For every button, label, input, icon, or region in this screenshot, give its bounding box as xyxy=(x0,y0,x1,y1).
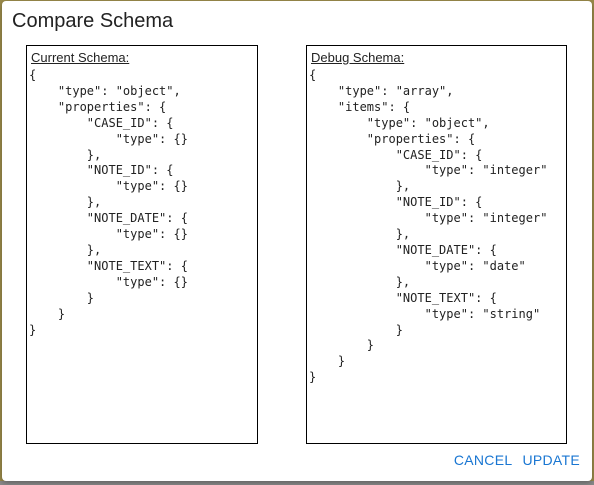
current-schema-panel: Current Schema: { "type": "object", "pro… xyxy=(26,45,258,444)
dialog-actions: CANCEL UPDATE xyxy=(454,452,580,468)
debug-schema-panel: Debug Schema: { "type": "array", "items"… xyxy=(306,45,567,444)
dialog-title: Compare Schema xyxy=(12,10,174,32)
cancel-button[interactable]: CANCEL xyxy=(454,452,513,468)
current-schema-code: { "type": "object", "properties": { "CAS… xyxy=(29,68,188,337)
current-schema-label: Current Schema: xyxy=(31,50,130,65)
update-button[interactable]: UPDATE xyxy=(522,452,580,468)
compare-schema-dialog: Compare Schema Current Schema: { "type":… xyxy=(2,1,592,481)
debug-schema-label: Debug Schema: xyxy=(311,50,405,65)
backdrop xyxy=(0,481,594,485)
debug-schema-code: { "type": "array", "items": { "type": "o… xyxy=(309,68,548,385)
